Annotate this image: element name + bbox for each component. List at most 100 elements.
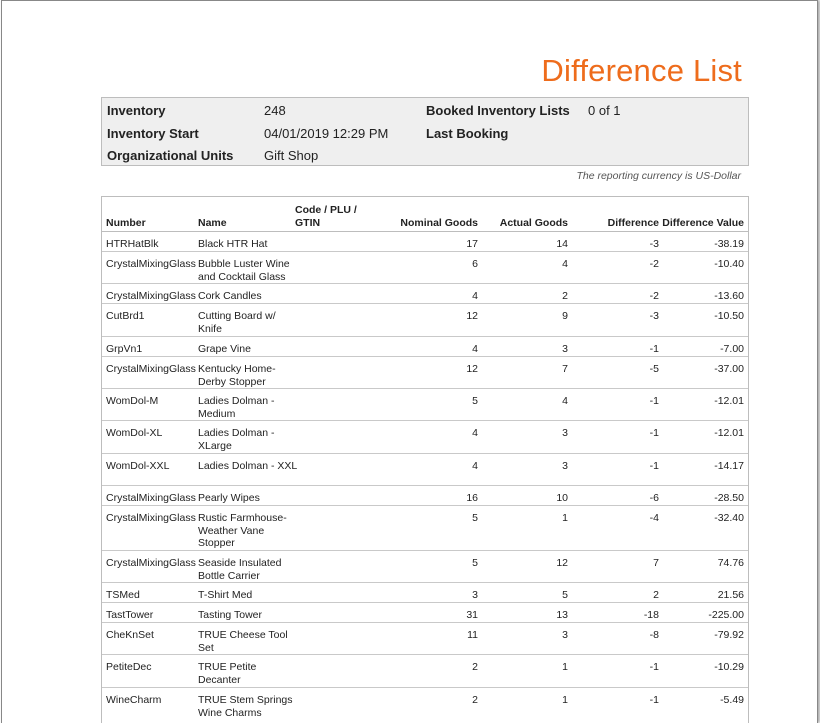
cell-nominal-goods: 4 <box>472 343 478 355</box>
cell-difference: -5 <box>649 363 659 375</box>
cell-difference: -2 <box>649 258 659 270</box>
cell-difference-value: -12.01 <box>714 427 744 439</box>
cell-actual-goods: 1 <box>562 694 568 706</box>
table-row: CheKnSet TRUE Cheese Tool Set 11 3 -8 -79.92 <box>102 623 748 655</box>
cell-difference-value: -10.40 <box>714 258 744 270</box>
inventory-start-label: Inventory Start <box>107 126 199 141</box>
cell-number: TSMed <box>106 589 140 601</box>
cell-actual-goods: 3 <box>562 460 568 472</box>
col-difference-header: Difference <box>607 217 659 229</box>
cell-difference-value: -28.50 <box>714 492 744 504</box>
table-row: WomDol-M Ladies Dolman - Medium 5 4 -1 -12.01 <box>102 389 748 421</box>
cell-actual-goods: 3 <box>562 629 568 641</box>
cell-name: Cutting Board w/ Knife <box>198 310 276 335</box>
cell-nominal-goods: 5 <box>472 395 478 407</box>
inventory-start-value: 04/01/2019 12:29 PM <box>264 126 389 141</box>
cell-number: CrystalMixingGlass <box>106 290 196 302</box>
cell-actual-goods: 12 <box>556 557 568 569</box>
cell-difference-value: -10.29 <box>714 661 744 673</box>
cell-actual-goods: 14 <box>556 238 568 250</box>
table-row: TSMed T-Shirt Med 3 5 2 21.56 <box>102 583 748 603</box>
cell-number: PetiteDec <box>106 661 152 673</box>
currency-note: The reporting currency is US-Dollar <box>576 170 741 182</box>
cell-difference-value: -79.92 <box>714 629 744 641</box>
table-row: CrystalMixingGlass Seaside Insulated Bott… <box>102 551 748 583</box>
cell-number: WomDol-M <box>106 395 159 407</box>
cell-difference: -6 <box>649 492 659 504</box>
table-row: WomDol-XL Ladies Dolman - XLarge 4 3 -1 -12.0… <box>102 421 748 454</box>
table-row: WomDol-XXL Ladies Dolman - XXL 4 3 -1 -14.17 <box>102 454 748 486</box>
cell-name: Kentucky Home-Derby Stopper <box>198 363 276 388</box>
cell-difference: -1 <box>649 694 659 706</box>
cell-difference: -18 <box>643 609 659 621</box>
table-row: CrystalMixingGlass Pearly Wipes 16 10 -6 -28.… <box>102 486 748 506</box>
cell-difference-value: -38.19 <box>714 238 744 250</box>
cell-actual-goods: 9 <box>562 310 568 322</box>
cell-difference-value: -5.49 <box>720 694 744 706</box>
cell-difference-value: -12.01 <box>714 395 744 407</box>
cell-name: T-Shirt Med <box>198 589 253 601</box>
cell-nominal-goods: 3 <box>472 589 478 601</box>
cell-difference: -4 <box>649 512 659 524</box>
cell-difference-value: -37.00 <box>714 363 744 375</box>
cell-name: Grape Vine <box>198 343 251 355</box>
cell-actual-goods: 4 <box>562 258 568 270</box>
cell-actual-goods: 5 <box>562 589 568 601</box>
cell-difference-value: -13.60 <box>714 290 744 302</box>
cell-number: CrystalMixingGlass <box>106 512 196 524</box>
cell-actual-goods: 7 <box>562 363 568 375</box>
cell-difference: -1 <box>649 395 659 407</box>
cell-name: TRUE Stem Springs Wine Charms <box>198 694 293 719</box>
cell-difference: 2 <box>653 589 659 601</box>
table-row: PetiteDec TRUE Petite Decanter 2 1 -1 -10.29 <box>102 655 748 688</box>
cell-actual-goods: 2 <box>562 290 568 302</box>
booked-lists-value: 0 of 1 <box>588 103 621 118</box>
inventory-info-panel: Inventory 248 Inventory Start 04/01/2019… <box>101 97 749 166</box>
col-name-header: Name <box>198 217 227 229</box>
cell-number: CrystalMixingGlass <box>106 557 196 569</box>
cell-actual-goods: 1 <box>562 661 568 673</box>
cell-nominal-goods: 2 <box>472 661 478 673</box>
cell-nominal-goods: 2 <box>472 694 478 706</box>
table-body: HTRHatBlk Black HTR Hat 17 14 -3 -38.19 Crysta… <box>102 232 748 723</box>
cell-name: Black HTR Hat <box>198 238 268 250</box>
cell-name: Pearly Wipes <box>198 492 260 504</box>
cell-difference-value: 74.76 <box>717 557 744 569</box>
cell-difference: -2 <box>649 290 659 302</box>
cell-difference: -1 <box>649 661 659 673</box>
cell-number: CutBrd1 <box>106 310 145 322</box>
table-row: CrystalMixingGlass Rustic Farmhouse-Weath… <box>102 506 748 551</box>
cell-actual-goods: 4 <box>562 395 568 407</box>
cell-number: CrystalMixingGlass <box>106 363 196 375</box>
difference-table: Number Name Code / PLU / GTIN Nominal Go… <box>101 196 749 723</box>
cell-number: CheKnSet <box>106 629 154 641</box>
cell-difference-value: -10.50 <box>714 310 744 322</box>
cell-difference-value: -225.00 <box>708 609 744 621</box>
cell-name: Rustic Farmhouse-Weather Vane Stopper <box>198 512 287 549</box>
col-actual-header: Actual Goods <box>499 217 568 229</box>
cell-number: HTRHatBlk <box>106 238 159 250</box>
report-page: Difference List Inventory 248 Inventory … <box>1 0 818 723</box>
cell-nominal-goods: 16 <box>466 492 478 504</box>
cell-number: GrpVn1 <box>106 343 143 355</box>
table-row: CutBrd1 Cutting Board w/ Knife 12 9 -3 -10.50 <box>102 304 748 337</box>
table-row: CrystalMixingGlass Cork Candles 4 2 -2 -13.60 <box>102 284 748 304</box>
cell-nominal-goods: 12 <box>466 363 478 375</box>
cell-difference: -1 <box>649 343 659 355</box>
table-row: TastTower Tasting Tower 31 13 -18 -225.00 <box>102 603 748 623</box>
cell-number: WomDol-XXL <box>106 460 170 472</box>
table-header: Number Name Code / PLU / GTIN Nominal Go… <box>102 197 748 232</box>
cell-nominal-goods: 31 <box>466 609 478 621</box>
table-row: WineCharm TRUE Stem Springs Wine Charms 2 1… <box>102 688 748 723</box>
report-title: Difference List <box>541 53 742 88</box>
cell-nominal-goods: 12 <box>466 310 478 322</box>
cell-nominal-goods: 5 <box>472 512 478 524</box>
cell-name: Tasting Tower <box>198 609 263 621</box>
table-row: CrystalMixingGlass Kentucky Home-Derby St… <box>102 357 748 389</box>
cell-difference: -3 <box>649 310 659 322</box>
cell-actual-goods: 10 <box>556 492 568 504</box>
cell-nominal-goods: 17 <box>466 238 478 250</box>
cell-name: Ladies Dolman - XLarge <box>198 427 275 452</box>
cell-name: Ladies Dolman - XXL <box>198 460 298 472</box>
cell-difference-value: -32.40 <box>714 512 744 524</box>
